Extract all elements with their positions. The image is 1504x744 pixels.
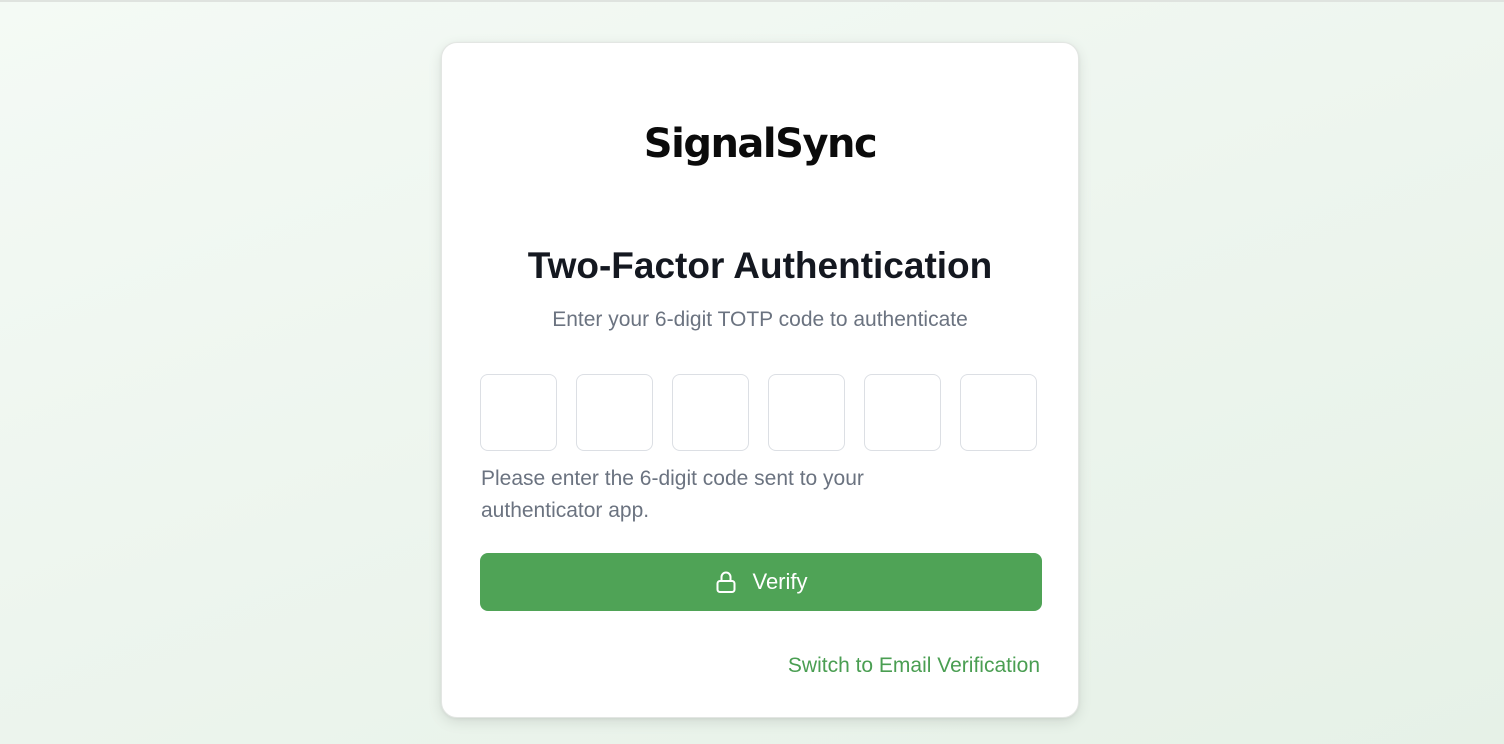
code-digit-3[interactable] [672, 374, 749, 451]
signalsync-logo: SignalSync [643, 121, 878, 167]
code-digit-2[interactable] [576, 374, 653, 451]
code-digit-6[interactable] [960, 374, 1037, 451]
verify-button-label: Verify [752, 569, 808, 594]
lock-icon [714, 570, 738, 594]
code-digit-1[interactable] [480, 374, 557, 451]
top-border [0, 0, 1504, 2]
code-digit-5[interactable] [864, 374, 941, 451]
totp-code-inputs [480, 374, 1042, 451]
code-digit-4[interactable] [768, 374, 845, 451]
page-subtitle: Enter your 6-digit TOTP code to authenti… [552, 308, 968, 331]
page-title: Two-Factor Authentication [527, 245, 993, 286]
code-hint: Please enter the 6-digit code sent to yo… [481, 467, 864, 522]
verify-button[interactable]: Verify [480, 553, 1042, 611]
auth-card: SignalSync Two-Factor Authentication Ent… [441, 42, 1079, 718]
switch-to-email-link[interactable]: Switch to Email Verification [788, 651, 1040, 681]
